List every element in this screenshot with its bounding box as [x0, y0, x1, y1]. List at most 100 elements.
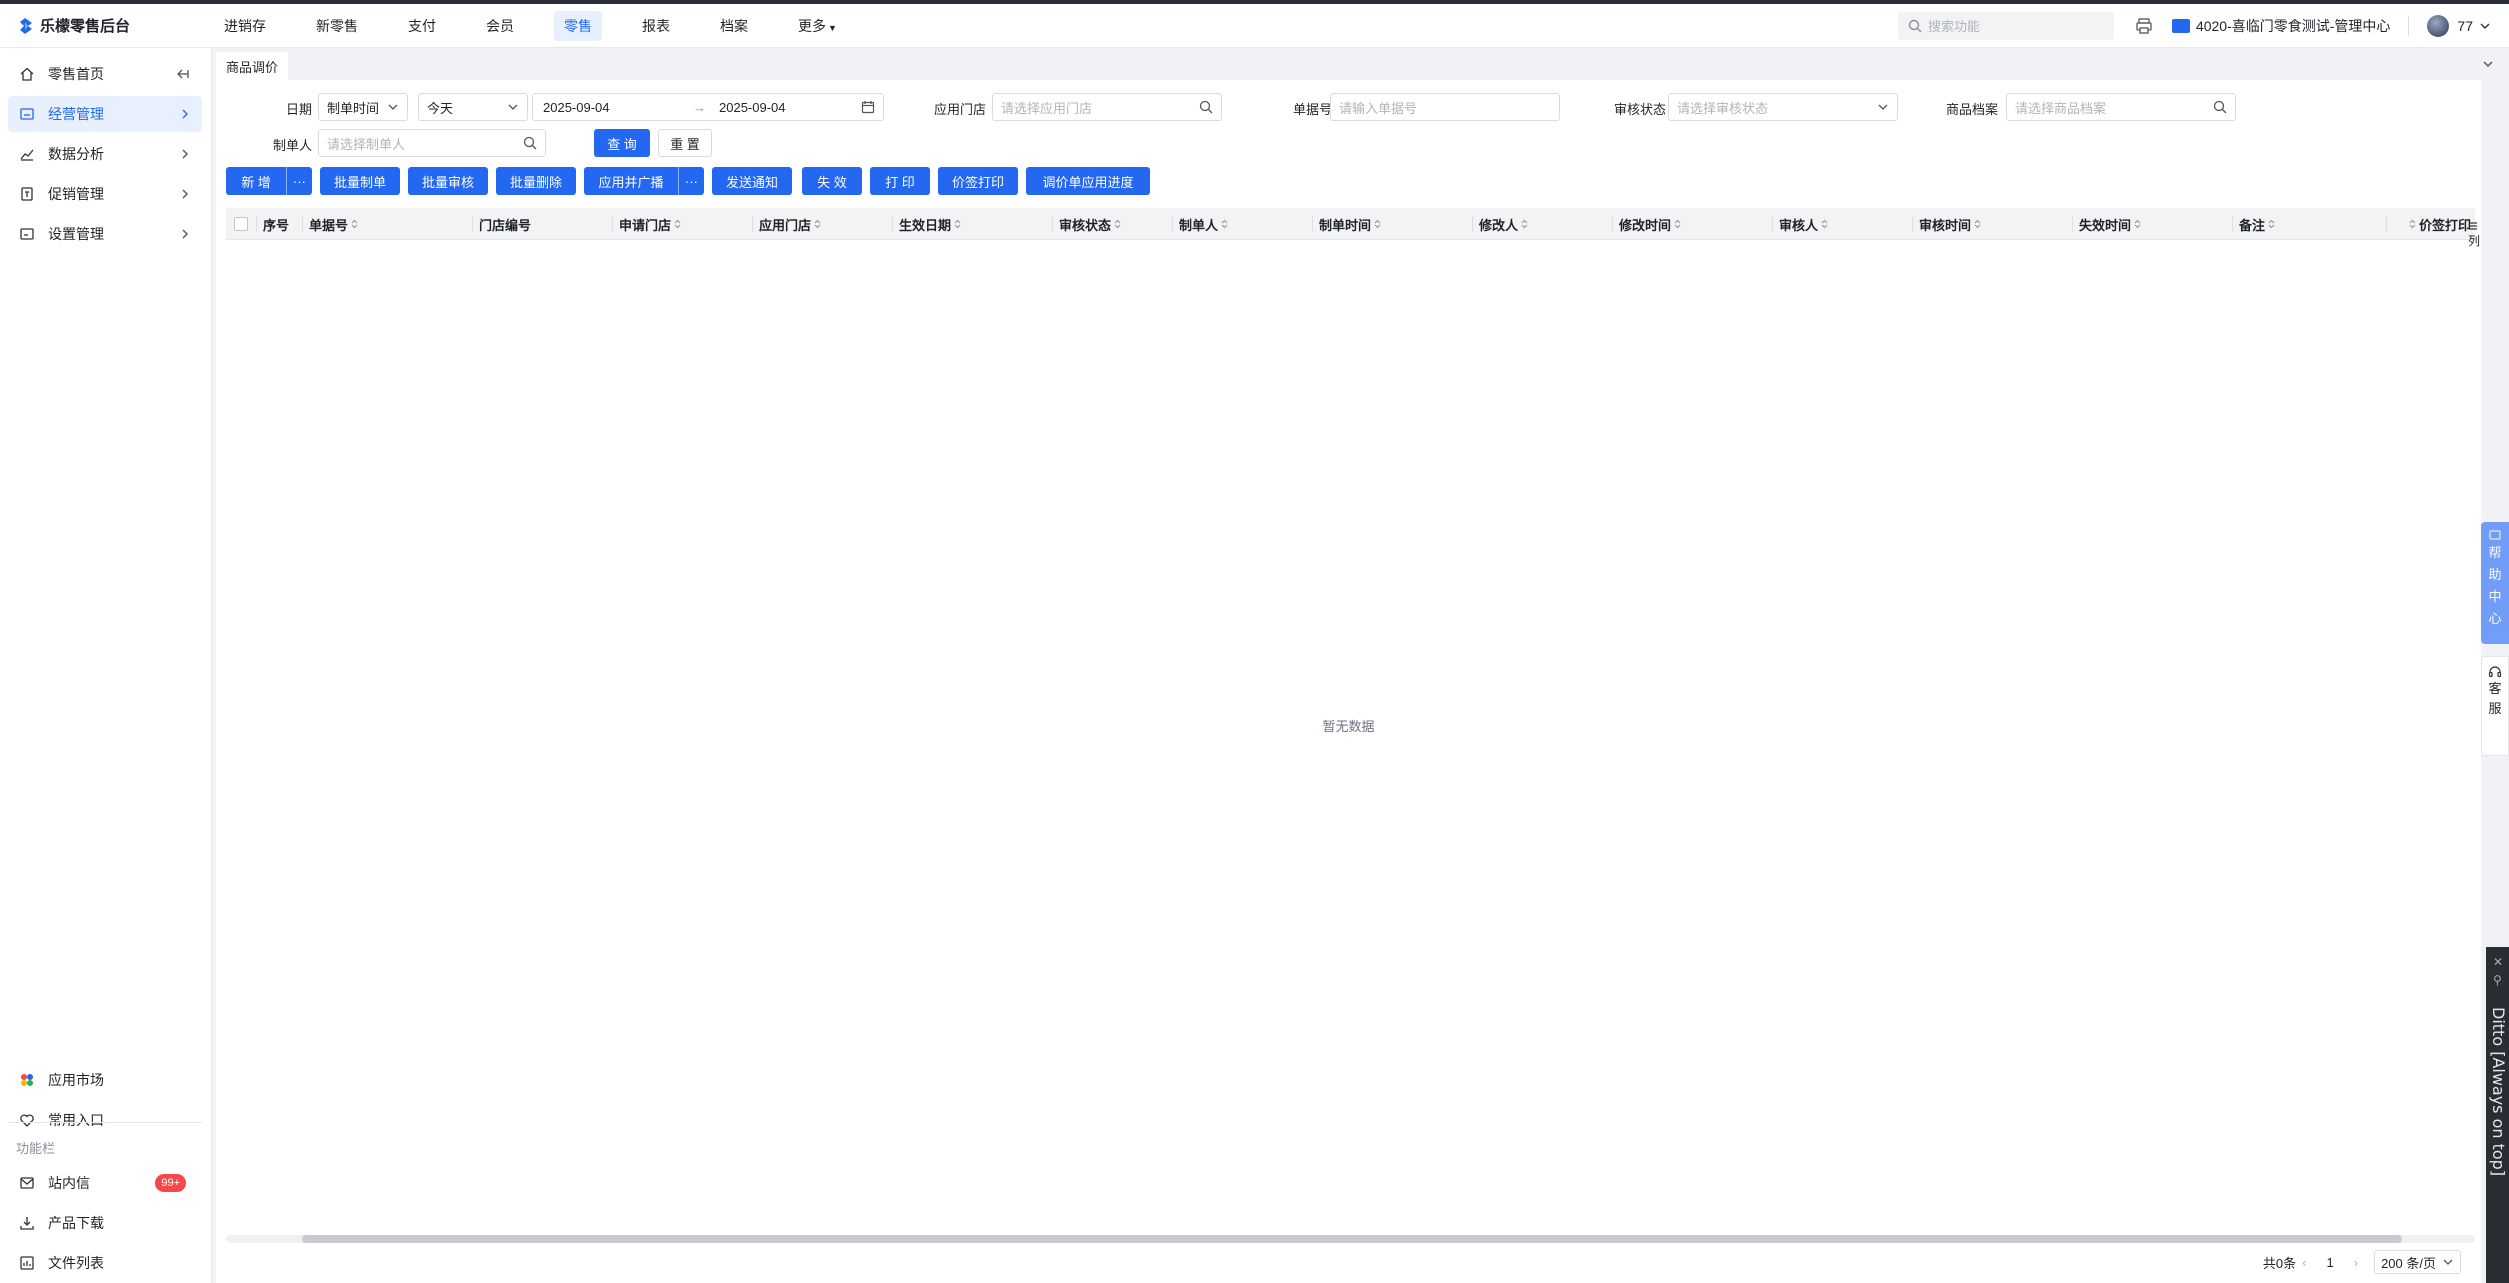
prev-page-icon[interactable]: ‹	[2302, 1255, 2306, 1270]
column-header-sortable[interactable]: 应用门店	[752, 208, 821, 240]
column-header-sortable[interactable]: 制单时间	[1312, 208, 1381, 240]
nav-item-archive[interactable]: 档案	[710, 11, 758, 41]
column-header-sortable[interactable]: 审核人	[1772, 208, 1828, 240]
current-page[interactable]: 1	[2327, 1255, 2334, 1270]
chevron-down-icon[interactable]	[2481, 57, 2495, 71]
date-range-picker[interactable]: 2025-09-04 → 2025-09-04	[532, 93, 884, 121]
sidebar-item-downloads[interactable]: 产品下载	[8, 1205, 202, 1241]
goods-archive-input[interactable]: 请选择商品档案	[2006, 93, 2236, 121]
nav-item-report[interactable]: 报表	[632, 11, 680, 41]
avatar[interactable]	[2427, 14, 2450, 37]
chevron-right-icon	[180, 149, 190, 159]
help-center-tab[interactable]: 帮 助 中 心	[2481, 522, 2509, 644]
print-button[interactable]: 打 印	[870, 167, 930, 195]
batch-make-button[interactable]: 批量制单	[320, 167, 400, 195]
sidebar-item-settings[interactable]: 设置管理	[8, 216, 202, 252]
column-header-label: 价签打印	[2419, 217, 2472, 233]
sidebar-divider	[8, 1122, 202, 1123]
column-header-sortable[interactable]: 修改时间	[1612, 208, 1681, 240]
store-icon	[2171, 18, 2190, 33]
nav-item-more[interactable]: 更多 ▼	[788, 11, 847, 41]
column-settings-toggle[interactable]: 列	[2468, 220, 2482, 248]
close-icon[interactable]: ✕ ⚲	[2493, 953, 2503, 989]
column-header-sortable[interactable]: 审核状态	[1052, 208, 1121, 240]
batch-audit-button[interactable]: 批量审核	[408, 167, 488, 195]
sidebar-section-label: 功能栏	[16, 1141, 56, 1156]
nav-item-member[interactable]: 会员	[476, 11, 524, 41]
sidebar-item-favorites[interactable]: 常用入口	[8, 1102, 202, 1138]
price-tag-print-button[interactable]: 价签打印	[938, 167, 1018, 195]
invalidate-button[interactable]: 失 效	[802, 167, 862, 195]
sidebar-item-messages[interactable]: 站内信 99+	[8, 1165, 202, 1201]
column-header-sortable[interactable]: 价签打印	[2402, 208, 2471, 240]
sidebar-item-retail-home[interactable]: 零售首页	[8, 56, 202, 92]
sidebar-item-business[interactable]: 经营管理	[8, 96, 202, 132]
user-name[interactable]: 77	[2457, 18, 2473, 34]
column-header-label: 单据号	[309, 217, 349, 233]
column-divider	[2386, 216, 2387, 232]
column-header-sortable[interactable]: 备注	[2232, 208, 2275, 240]
column-header-label: 失效时间	[2079, 217, 2132, 233]
page-size-select[interactable]: 200 条/页	[2374, 1250, 2461, 1274]
caret-down-icon: ▼	[828, 22, 837, 33]
column-header-sortable[interactable]: 申请门店	[612, 208, 681, 240]
nav-item-inventory[interactable]: 进销存	[214, 11, 276, 41]
date-preset-select[interactable]: 今天	[418, 93, 528, 121]
column-header-sortable[interactable]: 生效日期	[892, 208, 961, 240]
column-header-sortable[interactable]: 审核时间	[1912, 208, 1981, 240]
send-notice-button[interactable]: 发送通知	[712, 167, 792, 195]
sidebar-item-file-list[interactable]: 文件列表	[8, 1245, 202, 1281]
collapse-sidebar-icon[interactable]	[176, 67, 190, 81]
printer-icon[interactable]	[2134, 16, 2154, 36]
search-icon[interactable]	[1199, 100, 1213, 114]
column-header-sortable[interactable]: 单据号	[302, 208, 358, 240]
function-search-input[interactable]: 搜索功能	[1897, 11, 2114, 40]
column-header-sortable[interactable]: 制单人	[1172, 208, 1228, 240]
batch-delete-button[interactable]: 批量删除	[496, 167, 576, 195]
query-button[interactable]: 查 询	[594, 129, 650, 157]
date-range-separator: →	[693, 99, 706, 115]
sort-icon	[1114, 219, 1121, 229]
nav-item-payment[interactable]: 支付	[398, 11, 446, 41]
column-header-label: 序号	[263, 217, 290, 233]
new-button[interactable]: 新 增	[226, 167, 286, 195]
scrollbar-thumb[interactable]	[302, 1235, 2402, 1243]
tab-price-adjust[interactable]: 商品调价	[216, 52, 289, 80]
settings-icon	[18, 225, 36, 243]
store-selector[interactable]: 4020-喜临门零食测试-管理中心	[2171, 16, 2390, 36]
nav-item-new-retail[interactable]: 新零售	[306, 11, 368, 41]
sidebar-item-label: 常用入口	[48, 1112, 104, 1128]
service-char: 服	[2488, 701, 2502, 716]
sidebar-item-app-market[interactable]: 应用市场	[8, 1062, 202, 1098]
search-icon[interactable]	[523, 136, 537, 150]
ditto-overlay-window[interactable]: ✕ ⚲ Ditto [Always on top]	[2486, 947, 2509, 1283]
maker-input[interactable]: 请选择制单人	[318, 129, 546, 157]
customer-service-tab[interactable]: 客 服	[2481, 656, 2509, 756]
horizontal-scrollbar[interactable]	[226, 1235, 2475, 1243]
apply-progress-button[interactable]: 调价单应用进度	[1026, 167, 1150, 195]
date-type-select[interactable]: 制单时间	[318, 93, 408, 121]
nav-item-retail[interactable]: 零售	[554, 10, 602, 41]
maker-label: 制单人	[272, 138, 312, 153]
reset-button[interactable]: 重 置	[658, 129, 712, 157]
search-icon[interactable]	[2213, 100, 2227, 114]
column-header-sortable[interactable]: 失效时间	[2072, 208, 2141, 240]
apply-broadcast-more-button[interactable]: ···	[678, 167, 704, 195]
sidebar-item-data-analysis[interactable]: 数据分析	[8, 136, 202, 172]
store-filter-input[interactable]: 请选择应用门店	[992, 93, 1222, 121]
unread-badge: 99+	[155, 1174, 186, 1192]
sort-icon	[2134, 219, 2141, 229]
audit-status-label: 审核状态	[1613, 102, 1666, 117]
next-page-icon[interactable]: ›	[2354, 1255, 2358, 1270]
sidebar-item-promotion[interactable]: 促销管理	[8, 176, 202, 212]
column-header-sortable[interactable]: 修改人	[1472, 208, 1528, 240]
select-all-checkbox[interactable]	[226, 208, 254, 240]
order-no-input[interactable]: 请输入单据号	[1330, 93, 1560, 121]
apply-broadcast-button[interactable]: 应用并广播	[584, 167, 678, 195]
new-more-button[interactable]: ···	[286, 167, 312, 195]
app-logo[interactable]: 乐檬零售后台	[0, 15, 200, 36]
date-preset-value: 今天	[427, 100, 454, 116]
chevron-down-icon[interactable]	[2479, 20, 2491, 32]
audit-status-select[interactable]: 请选择审核状态	[1668, 93, 1898, 121]
chevron-down-icon	[2443, 1259, 2453, 1265]
